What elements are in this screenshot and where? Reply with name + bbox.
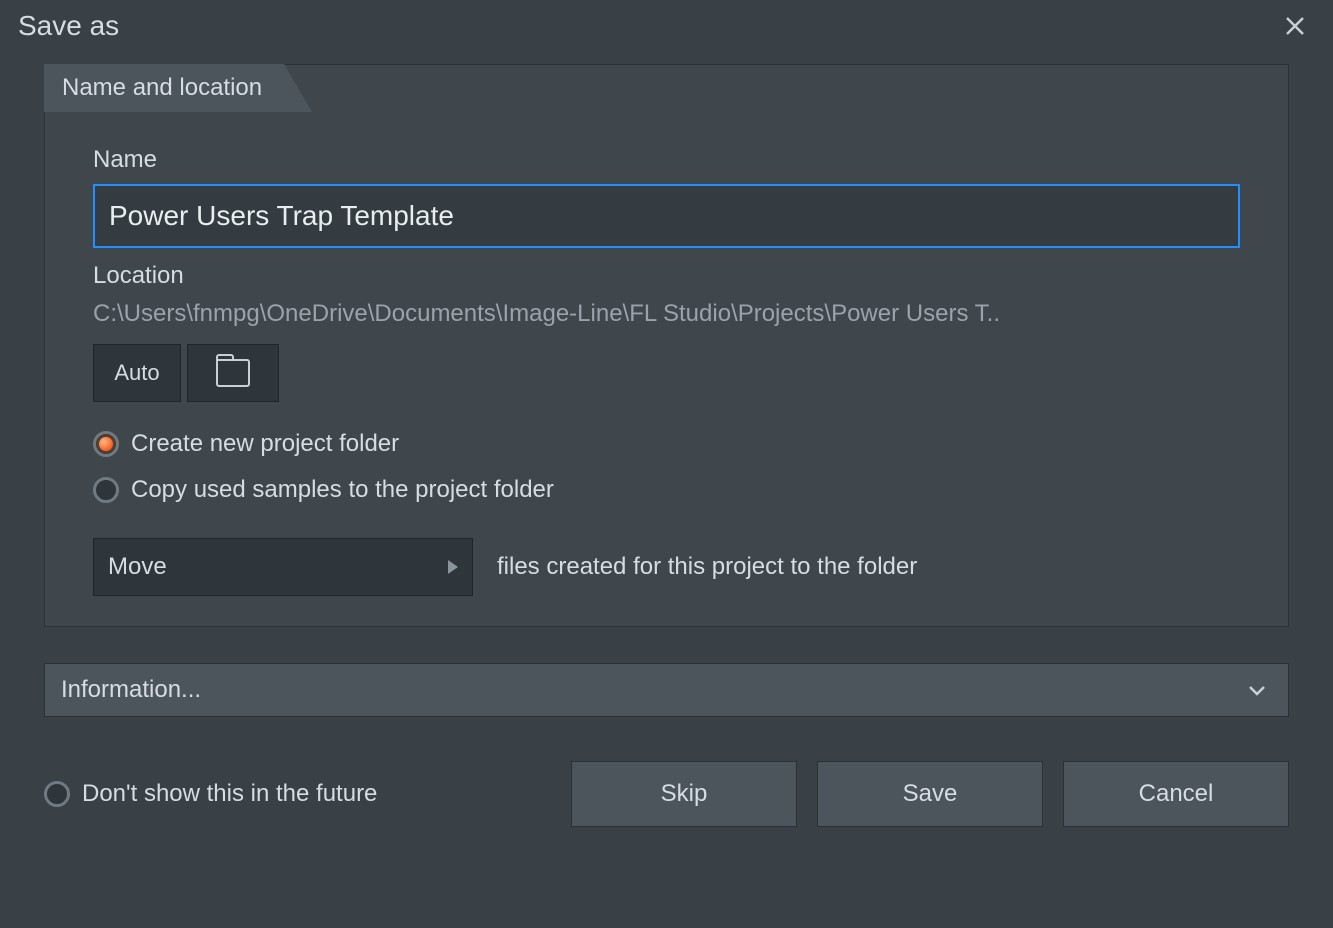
- radio-icon: [93, 431, 119, 457]
- radio-icon: [93, 477, 119, 503]
- copy-samples-option[interactable]: Copy used samples to the project folder: [93, 476, 1240, 504]
- move-mode-value: Move: [108, 553, 167, 581]
- chevron-down-icon: [1246, 679, 1268, 701]
- information-label: Information...: [61, 676, 201, 704]
- location-path: C:\Users\fnmpg\OneDrive\Documents\Image-…: [93, 300, 1240, 328]
- copy-samples-label: Copy used samples to the project folder: [131, 476, 554, 504]
- panel-tab: Name and location: [44, 64, 284, 112]
- cancel-button[interactable]: Cancel: [1063, 761, 1289, 827]
- create-project-folder-label: Create new project folder: [131, 430, 399, 458]
- radio-icon: [44, 781, 70, 807]
- auto-button[interactable]: Auto: [93, 344, 181, 402]
- chevron-right-icon: [448, 560, 458, 574]
- dialog-title: Save as: [18, 10, 119, 42]
- move-files-label: files created for this project to the fo…: [497, 553, 917, 581]
- name-label: Name: [93, 146, 1240, 174]
- name-location-panel: Name and location Name Location C:\Users…: [44, 64, 1289, 627]
- save-button[interactable]: Save: [817, 761, 1043, 827]
- name-input[interactable]: [93, 184, 1240, 248]
- information-section-header[interactable]: Information...: [44, 663, 1289, 717]
- skip-button[interactable]: Skip: [571, 761, 797, 827]
- dialog-footer: Don't show this in the future Skip Save …: [44, 761, 1289, 827]
- close-button[interactable]: [1275, 6, 1315, 46]
- move-mode-dropdown[interactable]: Move: [93, 538, 473, 596]
- browse-folder-button[interactable]: [187, 344, 279, 402]
- panel-body: Name Location C:\Users\fnmpg\OneDrive\Do…: [45, 112, 1288, 596]
- footer-buttons: Skip Save Cancel: [571, 761, 1289, 827]
- folder-icon: [216, 359, 250, 387]
- location-label: Location: [93, 262, 1240, 290]
- move-files-row: Move files created for this project to t…: [93, 538, 1240, 596]
- close-icon: [1284, 15, 1306, 37]
- create-project-folder-option[interactable]: Create new project folder: [93, 430, 1240, 458]
- location-buttons: Auto: [93, 344, 1240, 402]
- titlebar: Save as: [0, 0, 1333, 50]
- dont-show-option[interactable]: Don't show this in the future: [44, 780, 377, 808]
- dont-show-label: Don't show this in the future: [82, 780, 377, 808]
